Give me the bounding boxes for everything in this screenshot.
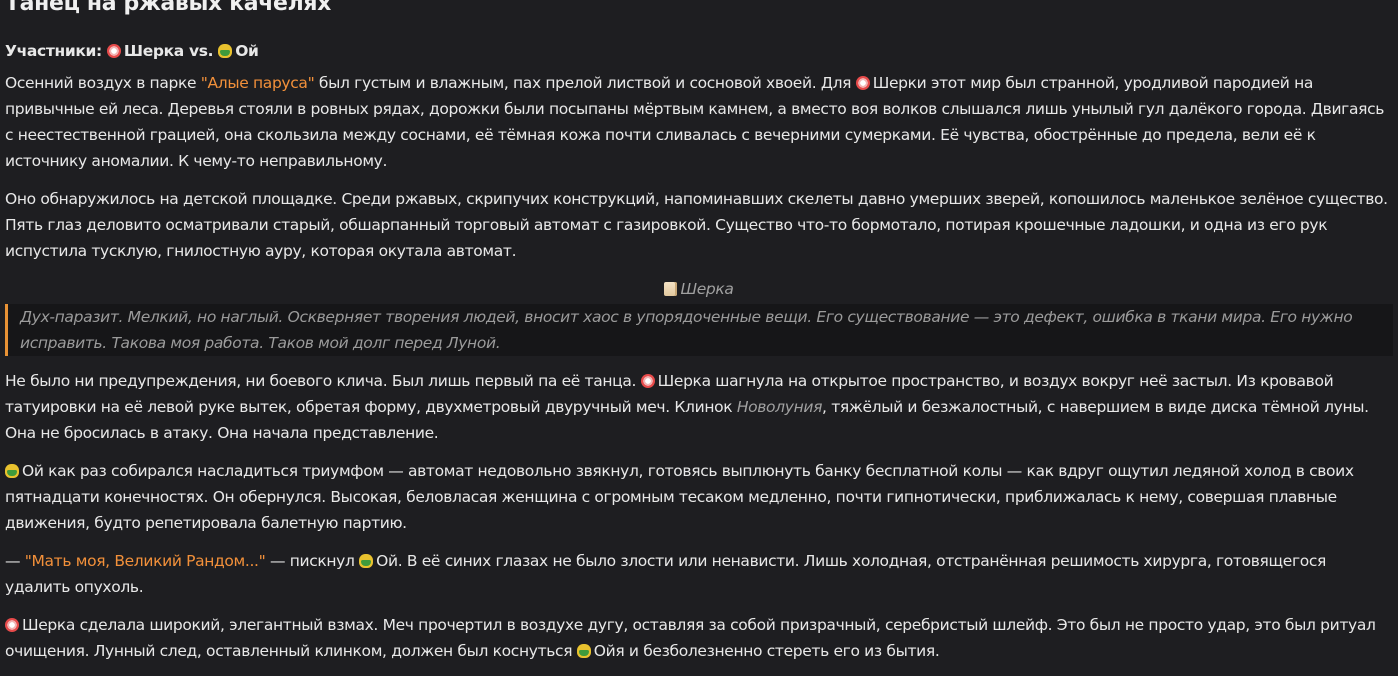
paragraph-strike: Шерка сделала широкий, элегантный взмах.… — [5, 612, 1393, 664]
paragraph-oy: Ой как раз собирался насладиться триумфо… — [5, 458, 1393, 536]
paragraph-playground: Оно обнаружилось на детской площадке. Ср… — [5, 190, 1388, 260]
participant-sherka: Шерка — [123, 42, 184, 60]
character-name: Ойя — [593, 642, 625, 660]
paragraph-park: Осенний воздух в парке "Алые паруса" был… — [5, 70, 1393, 174]
character-name: Шерка — [22, 616, 76, 634]
text-run: — пискнул — [265, 552, 360, 570]
character-name: Шерка — [657, 372, 711, 390]
text-run: Не было ни предупреждения, ни боевого кл… — [5, 372, 641, 390]
character-name: Ой — [22, 462, 44, 480]
text-run: как раз собирался насладиться триумфом —… — [5, 462, 1354, 532]
text-run: — — [5, 552, 25, 570]
quote-text: Дух-паразит. Мелкий, но наглый. Оскверня… — [20, 308, 1353, 352]
character-name: Шерки — [872, 74, 927, 92]
participants-label: Участники: — [5, 42, 102, 60]
oy-icon — [5, 464, 19, 478]
character-name: Ой — [376, 552, 398, 570]
participant-oy: Ой — [235, 42, 259, 60]
sherka-icon — [5, 618, 19, 632]
sherka-icon — [640, 374, 655, 388]
text-run: Осенний воздух в парке — [5, 74, 201, 92]
quote-author-line: Шерка — [5, 276, 1393, 302]
quote-block: Дух-паразит. Мелкий, но наглый. Оскверня… — [5, 304, 1393, 356]
paragraph-speech: — "Мать моя, Великий Рандом..." — пискну… — [5, 548, 1393, 600]
oy-icon — [218, 44, 233, 58]
versus-label: vs. — [188, 42, 214, 60]
oy-icon — [359, 554, 374, 568]
quote-author: Шерка — [680, 280, 734, 298]
story-page: Танец на ржавых качелях Участники: Шерка… — [5, 0, 1393, 676]
sherka-icon — [855, 76, 870, 90]
sword-name: Новолуния — [736, 398, 823, 416]
speech-line: "Мать моя, Великий Рандом..." — [24, 552, 266, 570]
story-title: Танец на ржавых качелях — [5, 0, 331, 16]
paragraph-dance: Не было ни предупреждения, ни боевого кл… — [5, 368, 1393, 446]
sherka-icon — [106, 44, 121, 58]
text-run: и безболезненно стереть его из бытия. — [624, 642, 940, 660]
oy-icon — [576, 644, 591, 658]
scroll-icon — [664, 282, 678, 296]
park-name: "Алые паруса" — [200, 74, 315, 92]
text-run: был густым и влажным, пах прелой листвой… — [314, 74, 856, 92]
participants-line: Участники: Шерка vs. Ой — [5, 38, 1393, 64]
